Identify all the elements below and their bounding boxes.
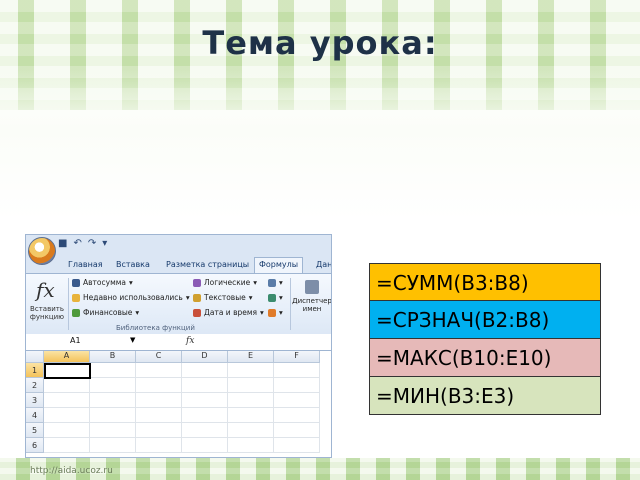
grid-cell[interactable] [182, 408, 228, 423]
name-manager-button[interactable]: Диспетчер имен [292, 280, 331, 313]
autosum-button[interactable]: Автосумма ▾ [72, 278, 133, 287]
background-fade [0, 70, 640, 220]
row-header[interactable]: 5 [26, 423, 44, 438]
star-icon [72, 293, 80, 302]
math-functions-button[interactable]: ▾ [268, 293, 283, 302]
grid-cell[interactable] [274, 363, 320, 378]
grid-cell[interactable] [90, 378, 136, 393]
column-header[interactable]: A [44, 351, 90, 363]
grid-cell[interactable] [44, 393, 90, 408]
grid-cell[interactable] [44, 438, 90, 453]
tab-home[interactable]: Главная [68, 260, 103, 269]
ribbon-tabs: Главная Вставка Разметка страницы Формул… [26, 257, 331, 275]
more-functions-button[interactable]: ▾ [268, 308, 283, 317]
grid-cell[interactable] [90, 438, 136, 453]
grid-cell[interactable] [274, 378, 320, 393]
grid-cell[interactable] [90, 393, 136, 408]
grid-cell[interactable] [44, 378, 90, 393]
text-icon [193, 293, 201, 302]
name-box-dropdown-icon[interactable]: ▼ [130, 336, 135, 344]
grid-cell[interactable] [274, 438, 320, 453]
column-header[interactable]: B [90, 351, 136, 363]
datetime-functions-button[interactable]: Дата и время ▾ [193, 308, 264, 317]
math-icon [268, 293, 276, 302]
grid-cell[interactable] [90, 363, 136, 378]
formula-max: =МАКС(B10:E10) [369, 339, 601, 377]
finance-icon [72, 308, 80, 317]
insert-function-button[interactable]: Вставить функцию [29, 305, 65, 321]
row-header[interactable]: 3 [26, 393, 44, 408]
grid-cell[interactable] [228, 363, 274, 378]
active-cell-a1[interactable] [44, 363, 91, 379]
name-box[interactable]: A1 [44, 336, 160, 347]
column-header[interactable]: D [182, 351, 228, 363]
logic-icon [193, 278, 201, 287]
text-functions-button[interactable]: Текстовые ▾ [193, 293, 253, 302]
grid-cell[interactable] [136, 438, 182, 453]
grid-cell[interactable] [228, 423, 274, 438]
recent-functions-button[interactable]: Недавно использовались ▾ [72, 293, 190, 302]
financial-functions-button[interactable]: Финансовые ▾ [72, 308, 139, 317]
grid-cell[interactable] [136, 423, 182, 438]
grid-cell[interactable] [228, 408, 274, 423]
tab-insert[interactable]: Вставка [116, 260, 150, 269]
formula-fx-icon[interactable]: fx [186, 336, 194, 346]
grid-cell[interactable] [182, 423, 228, 438]
grid-cell[interactable] [136, 408, 182, 423]
grid-cell[interactable] [228, 393, 274, 408]
spreadsheet-grid: A B C D E F 1 2 3 4 5 6 [26, 351, 331, 457]
quick-access-toolbar: ■ ↶ ↷ ▾ [58, 238, 107, 252]
formula-list: =СУММ(B3:B8) =СРЗНАЧ(B2:B8) =МАКС(B10:E1… [369, 263, 601, 415]
grid-cell[interactable] [274, 393, 320, 408]
logical-functions-button[interactable]: Логические ▾ [193, 278, 257, 287]
formula-sum: =СУММ(B3:B8) [369, 263, 601, 301]
grid-cell[interactable] [182, 393, 228, 408]
formula-average: =СРЗНАЧ(B2:B8) [369, 301, 601, 339]
grid-cell[interactable] [136, 363, 182, 378]
tab-data[interactable]: Дан [316, 260, 331, 269]
save-icon[interactable]: ■ [58, 238, 67, 252]
grid-cell[interactable] [274, 423, 320, 438]
column-header[interactable]: C [136, 351, 182, 363]
column-header[interactable]: F [274, 351, 320, 363]
grid-cell[interactable] [136, 378, 182, 393]
calendar-icon [193, 308, 201, 317]
grid-cell[interactable] [90, 408, 136, 423]
column-header[interactable]: E [228, 351, 274, 363]
row-header[interactable]: 6 [26, 438, 44, 453]
grid-cell[interactable] [182, 438, 228, 453]
function-library-group-label: Библиотека функций [116, 324, 195, 332]
grid-cell[interactable] [274, 408, 320, 423]
insert-function-icon[interactable]: fx [36, 278, 55, 302]
select-all-corner[interactable] [26, 351, 44, 363]
row-header[interactable]: 2 [26, 378, 44, 393]
ribbon: fx Вставить функцию Автосумма ▾ Недавно … [26, 273, 331, 335]
lookup-icon [268, 278, 276, 287]
undo-icon[interactable]: ↶ [73, 238, 81, 252]
customize-qat-icon[interactable]: ▾ [102, 238, 107, 252]
footer-url: http://aida.ucoz.ru [30, 466, 113, 476]
formula-min: =МИН(B3:E3) [369, 377, 601, 415]
ribbon-separator [290, 278, 291, 330]
grid-cell[interactable] [228, 378, 274, 393]
grid-cell[interactable] [182, 378, 228, 393]
ribbon-separator [68, 278, 69, 330]
lookup-functions-button[interactable]: ▾ [268, 278, 283, 287]
grid-cell[interactable] [228, 438, 274, 453]
grid-cell[interactable] [44, 408, 90, 423]
slide-title: Тема урока: [202, 24, 438, 62]
grid-cell[interactable] [90, 423, 136, 438]
formula-bar: A1 ▼ fx [26, 334, 331, 351]
more-functions-icon [268, 308, 276, 317]
excel-window: ■ ↶ ↷ ▾ Главная Вставка Разметка страниц… [25, 234, 332, 458]
row-header[interactable]: 4 [26, 408, 44, 423]
sigma-icon [72, 278, 80, 287]
redo-icon[interactable]: ↷ [88, 238, 96, 252]
grid-cell[interactable] [44, 423, 90, 438]
grid-cell[interactable] [182, 363, 228, 378]
grid-cell[interactable] [136, 393, 182, 408]
name-manager-icon [305, 280, 319, 294]
row-header[interactable]: 1 [26, 363, 44, 378]
tab-page-layout[interactable]: Разметка страницы [166, 260, 249, 269]
